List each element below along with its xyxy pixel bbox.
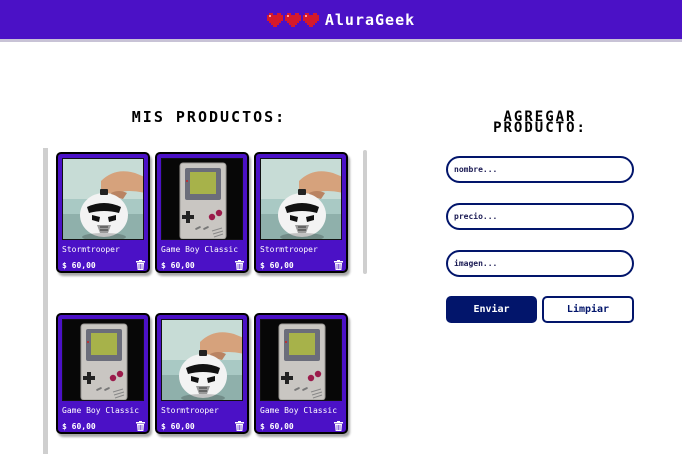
product-image (260, 319, 342, 401)
product-card[interactable]: Game Boy Classic $ 60,00 (155, 152, 249, 273)
product-name: Stormtrooper (62, 245, 120, 254)
trash-icon[interactable] (136, 421, 145, 431)
image-input[interactable] (446, 250, 634, 277)
product-image (161, 158, 243, 240)
heart-icon (302, 12, 319, 27)
product-price: $ 60,00 (62, 261, 96, 270)
form-title: AGREGAR PRODUCTO: (478, 110, 602, 136)
hearts-icon-group (266, 12, 319, 27)
product-image (161, 319, 243, 401)
product-image (260, 158, 342, 240)
product-image (62, 319, 144, 401)
product-card[interactable]: Stormtrooper $ 60,00 (155, 313, 249, 434)
products-title: MIS PRODUCTOS: (131, 108, 287, 126)
product-price: $ 60,00 (161, 422, 195, 431)
form-title-line2: PRODUCTO: (493, 120, 587, 136)
scrollbar-track[interactable] (43, 148, 48, 454)
brand-name: AluraGeek (324, 10, 416, 29)
product-name: Game Boy Classic (260, 406, 338, 415)
product-image (62, 158, 144, 240)
product-card[interactable]: Game Boy Classic $ 60,00 (56, 313, 150, 434)
scrollbar-thumb[interactable] (363, 150, 367, 274)
trash-icon[interactable] (235, 421, 244, 431)
clear-button[interactable]: Limpiar (542, 296, 634, 323)
product-name: Game Boy Classic (161, 245, 239, 254)
send-button[interactable]: Enviar (446, 296, 537, 323)
product-card[interactable]: Game Boy Classic $ 60,00 (254, 313, 348, 434)
product-name: Stormtrooper (260, 245, 318, 254)
product-card[interactable]: Stormtrooper $ 60,00 (56, 152, 150, 273)
product-name: Stormtrooper (161, 406, 219, 415)
product-name: Game Boy Classic (62, 406, 140, 415)
product-price: $ 60,00 (161, 261, 195, 270)
header-bar: AluraGeek (0, 0, 682, 42)
product-card[interactable]: Stormtrooper $ 60,00 (254, 152, 348, 273)
trash-icon[interactable] (235, 260, 244, 270)
heart-icon (266, 12, 283, 27)
trash-icon[interactable] (136, 260, 145, 270)
price-input[interactable] (446, 203, 634, 230)
product-price: $ 60,00 (260, 261, 294, 270)
trash-icon[interactable] (334, 421, 343, 431)
heart-icon (284, 12, 301, 27)
trash-icon[interactable] (334, 260, 343, 270)
product-price: $ 60,00 (260, 422, 294, 431)
product-price: $ 60,00 (62, 422, 96, 431)
name-input[interactable] (446, 156, 634, 183)
brand-logo[interactable]: AluraGeek (266, 10, 416, 29)
